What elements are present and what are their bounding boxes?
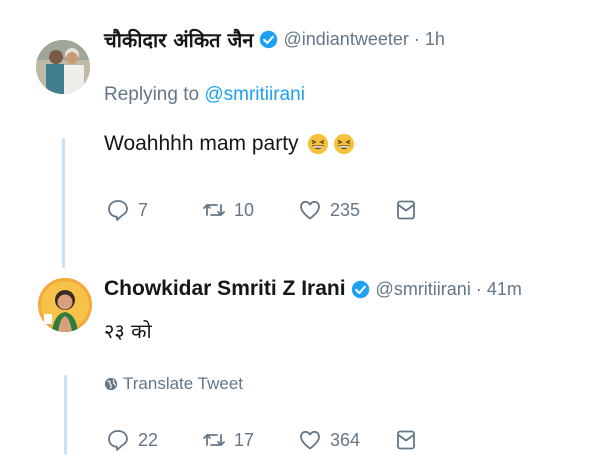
thread-line — [64, 375, 67, 455]
like-count: 364 — [330, 429, 361, 450]
action-bar: 22 17 364 — [106, 428, 418, 452]
retweet-icon — [203, 434, 225, 446]
separator: · — [413, 29, 420, 49]
reply-button[interactable]: 22 — [106, 428, 202, 452]
retweet-icon — [203, 204, 225, 216]
handle[interactable]: @smritiirani — [376, 279, 471, 300]
display-name[interactable]: Chowkidar Smriti Z Irani — [104, 277, 346, 301]
tweet[interactable]: चौकीदार अंकित जैन @indiantweeter · 1h Re… — [0, 0, 600, 268]
replying-to: Replying to @smritiirani — [104, 84, 305, 106]
reply-button[interactable]: 7 — [106, 198, 202, 222]
tweet-text: २३ को — [104, 317, 152, 344]
mention-link[interactable]: @smritiirani — [204, 84, 305, 105]
translate-label: Translate Tweet — [123, 374, 244, 393]
timestamp[interactable]: 1h — [425, 29, 445, 50]
like-count: 235 — [330, 199, 361, 220]
handle[interactable]: @indiantweeter — [284, 29, 409, 50]
like-button[interactable]: 364 — [298, 428, 394, 452]
reply-icon — [108, 430, 128, 451]
direct-message-icon — [397, 430, 415, 450]
tweet-text-content: Woahhhh mam party — [104, 132, 299, 155]
verified-badge-icon — [351, 280, 369, 298]
separator: · — [475, 278, 482, 299]
display-name[interactable]: चौकीदार अंकित जैन — [104, 26, 254, 53]
reply-count: 22 — [138, 429, 159, 450]
translate-tweet-link[interactable]: Translate Tweet — [104, 374, 243, 394]
tweet[interactable]: Chowkidar Smriti Z Irani @smritiirani · … — [0, 250, 600, 455]
like-icon — [300, 430, 320, 450]
reply-count: 7 — [138, 199, 149, 220]
replying-label: Replying to — [104, 84, 200, 105]
avatar[interactable] — [38, 278, 92, 332]
globe-icon — [104, 377, 118, 391]
retweet-button[interactable]: 17 — [202, 428, 298, 452]
tweet-text-content: २३ को — [104, 319, 152, 343]
grinning-squinting-face-icon — [307, 133, 328, 155]
action-bar: 7 10 235 — [106, 198, 418, 222]
retweet-button[interactable]: 10 — [202, 198, 298, 222]
avatar[interactable] — [36, 40, 90, 94]
timestamp[interactable]: 41m — [487, 279, 522, 300]
like-icon — [300, 200, 320, 220]
verified-badge-icon — [259, 30, 277, 49]
tweet-text: Woahhhh mam party — [104, 132, 355, 156]
reply-icon — [108, 200, 128, 221]
retweet-count: 17 — [234, 429, 255, 450]
direct-message-icon — [397, 200, 415, 220]
thread-line — [62, 138, 65, 268]
grinning-squinting-face-icon — [333, 133, 354, 155]
direct-message-button[interactable] — [394, 428, 418, 452]
tweet-header: चौकीदार अंकित जैन @indiantweeter · 1h — [104, 26, 445, 53]
direct-message-button[interactable] — [394, 198, 418, 222]
like-button[interactable]: 235 — [298, 198, 394, 222]
retweet-count: 10 — [234, 199, 255, 220]
tweet-header: Chowkidar Smriti Z Irani @smritiirani · … — [104, 277, 522, 301]
